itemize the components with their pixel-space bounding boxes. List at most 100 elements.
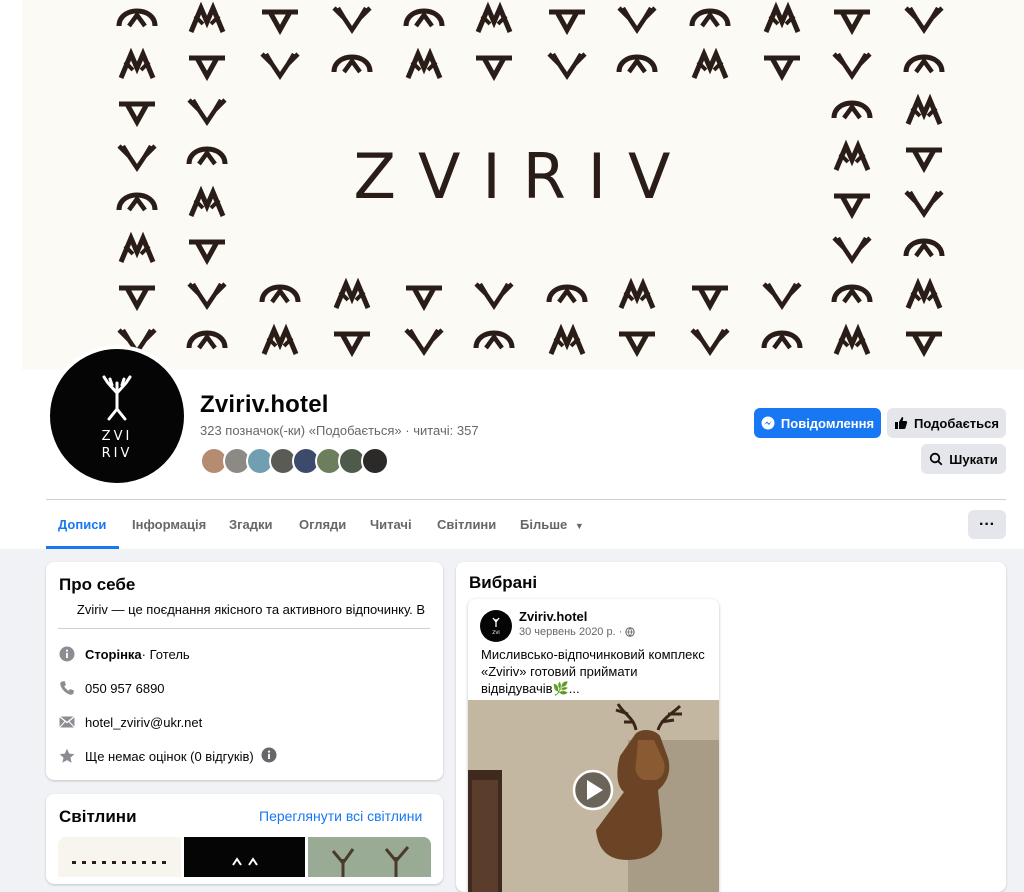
cover-ornament	[262, 12, 298, 30]
cover-ornament	[406, 11, 442, 26]
cover-ornament	[834, 54, 870, 76]
cover-ornament	[189, 242, 225, 260]
cover-ornament	[551, 330, 583, 354]
cover-ornament	[119, 288, 155, 306]
cover-ornament	[406, 330, 442, 352]
photo-thumbnail[interactable]	[308, 837, 431, 877]
cover-ornament	[549, 287, 585, 302]
featured-card: Вибрані ZVI Zviriv.hotel 30 червень 2020…	[456, 562, 1006, 892]
photo-thumbnail[interactable]	[58, 837, 181, 877]
deer-logo-icon	[102, 375, 132, 421]
rating-info-icon[interactable]	[261, 747, 277, 766]
avatar[interactable]: ZVI RIV	[46, 345, 188, 487]
category-label: Сторінка	[85, 646, 142, 662]
category-value: · Готель	[141, 646, 190, 662]
message-button[interactable]: Повідомлення	[754, 408, 881, 438]
tab-posts[interactable]: Дописи	[58, 500, 106, 549]
search-icon	[930, 452, 943, 466]
photo-thumbnail[interactable]	[184, 837, 305, 877]
cover-ornament	[189, 333, 225, 348]
phone-icon	[58, 679, 76, 697]
cover-ornament	[619, 8, 655, 30]
see-all-photos-link[interactable]: Переглянути всі світлини	[259, 808, 422, 824]
post-author-avatar[interactable]: ZVI	[480, 610, 512, 642]
likes-count[interactable]: 323 позначок(-ки) «Подобається»	[200, 423, 402, 438]
cover-ornament	[189, 284, 225, 306]
cover-ornament	[764, 58, 800, 76]
about-description: Zviriv — це поєднання якісного та активн…	[76, 602, 426, 617]
page-tabs: Дописи Інформація Згадки Огляди Читачі С…	[46, 500, 746, 549]
page-title[interactable]: Zviriv.hotel	[200, 391, 329, 419]
cover-ornament	[121, 54, 153, 78]
page-stats: 323 позначок(-ки) «Подобається» · читачі…	[200, 423, 479, 438]
cover-ornament	[191, 8, 223, 32]
phone-row: 050 957 6890	[58, 677, 165, 699]
cover-ornament	[906, 150, 942, 168]
featured-title: Вибрані	[469, 573, 538, 592]
tab-mentions[interactable]: Згадки	[229, 500, 273, 549]
cover-photo[interactable]: ZVIRIV	[22, 0, 1024, 370]
post-author-name[interactable]: Zviriv.hotel	[519, 609, 587, 624]
cover-ornament	[476, 333, 512, 348]
post-video-thumbnail[interactable]	[468, 700, 719, 892]
featured-post[interactable]: ZVI Zviriv.hotel 30 червень 2020 р. · Ми…	[468, 599, 719, 892]
followers-count[interactable]: читачі: 357	[413, 423, 478, 438]
avatar-text-top: ZVI	[102, 429, 133, 444]
cover-ornament	[189, 100, 225, 122]
globe-icon	[625, 627, 636, 637]
active-tab-indicator	[46, 546, 119, 549]
cover-ornament	[119, 104, 155, 122]
cover-wordmark: ZVIRIV	[354, 140, 693, 213]
more-options-button[interactable]: ···	[968, 510, 1006, 539]
thumbs-up-icon	[895, 417, 908, 429]
mail-icon	[58, 713, 76, 731]
cover-ornament	[262, 54, 298, 76]
cover-ornament	[764, 284, 800, 306]
tab-more-label: Більше	[520, 517, 568, 532]
cover-ornament	[621, 284, 653, 308]
cover-ornament	[908, 100, 940, 124]
tab-about[interactable]: Інформація	[132, 500, 206, 549]
cover-ornament	[836, 330, 868, 354]
tab-reviews[interactable]: Огляди	[299, 500, 346, 549]
cover-ornament	[264, 330, 296, 354]
cover-ornament	[834, 238, 870, 260]
post-date[interactable]: 30 червень 2020 р. ·	[519, 626, 622, 638]
email-address[interactable]: hotel_zviriv@ukr.net	[85, 715, 202, 730]
friend-avatars[interactable]	[200, 447, 390, 475]
search-button[interactable]: Шукати	[921, 444, 1006, 474]
tab-more[interactable]: Більше ▼	[520, 500, 584, 549]
cover-ornament	[692, 330, 728, 352]
cover-ornament	[906, 57, 942, 72]
info-icon	[58, 645, 76, 663]
phone-number[interactable]: 050 957 6890	[85, 681, 165, 696]
cover-ornament	[189, 58, 225, 76]
like-button-label: Подобається	[914, 415, 999, 431]
cover-ornament	[619, 334, 655, 352]
cover-ornament	[834, 12, 870, 30]
cover-ornament	[619, 57, 655, 72]
message-button-label: Повідомлення	[780, 415, 875, 431]
tab-followers[interactable]: Читачі	[370, 500, 412, 549]
post-avatar-text: ZVI	[492, 630, 500, 636]
cover-ornament	[764, 333, 800, 348]
cover-ornament	[478, 8, 510, 32]
rating-row: Ще немає оцінок (0 відгуків)	[58, 745, 277, 767]
cover-ornament	[334, 8, 370, 30]
cover-ornament	[191, 192, 223, 216]
cover-ornament	[408, 54, 440, 78]
post-meta: 30 червень 2020 р. ·	[519, 626, 636, 638]
cover-ornament	[549, 54, 585, 76]
cover-ornament	[406, 288, 442, 306]
cover-ornament	[334, 57, 370, 72]
cover-ornament	[692, 11, 728, 26]
about-divider	[58, 628, 430, 629]
cover-ornament	[834, 103, 870, 118]
tab-photos[interactable]: Світлини	[437, 500, 496, 549]
like-button[interactable]: Подобається	[887, 408, 1006, 438]
photos-title: Світлини	[59, 807, 137, 826]
fan-avatar[interactable]	[361, 447, 389, 475]
about-title: Про себе	[59, 575, 136, 594]
caret-down-icon: ▼	[574, 521, 584, 531]
cover-ornament	[834, 196, 870, 214]
